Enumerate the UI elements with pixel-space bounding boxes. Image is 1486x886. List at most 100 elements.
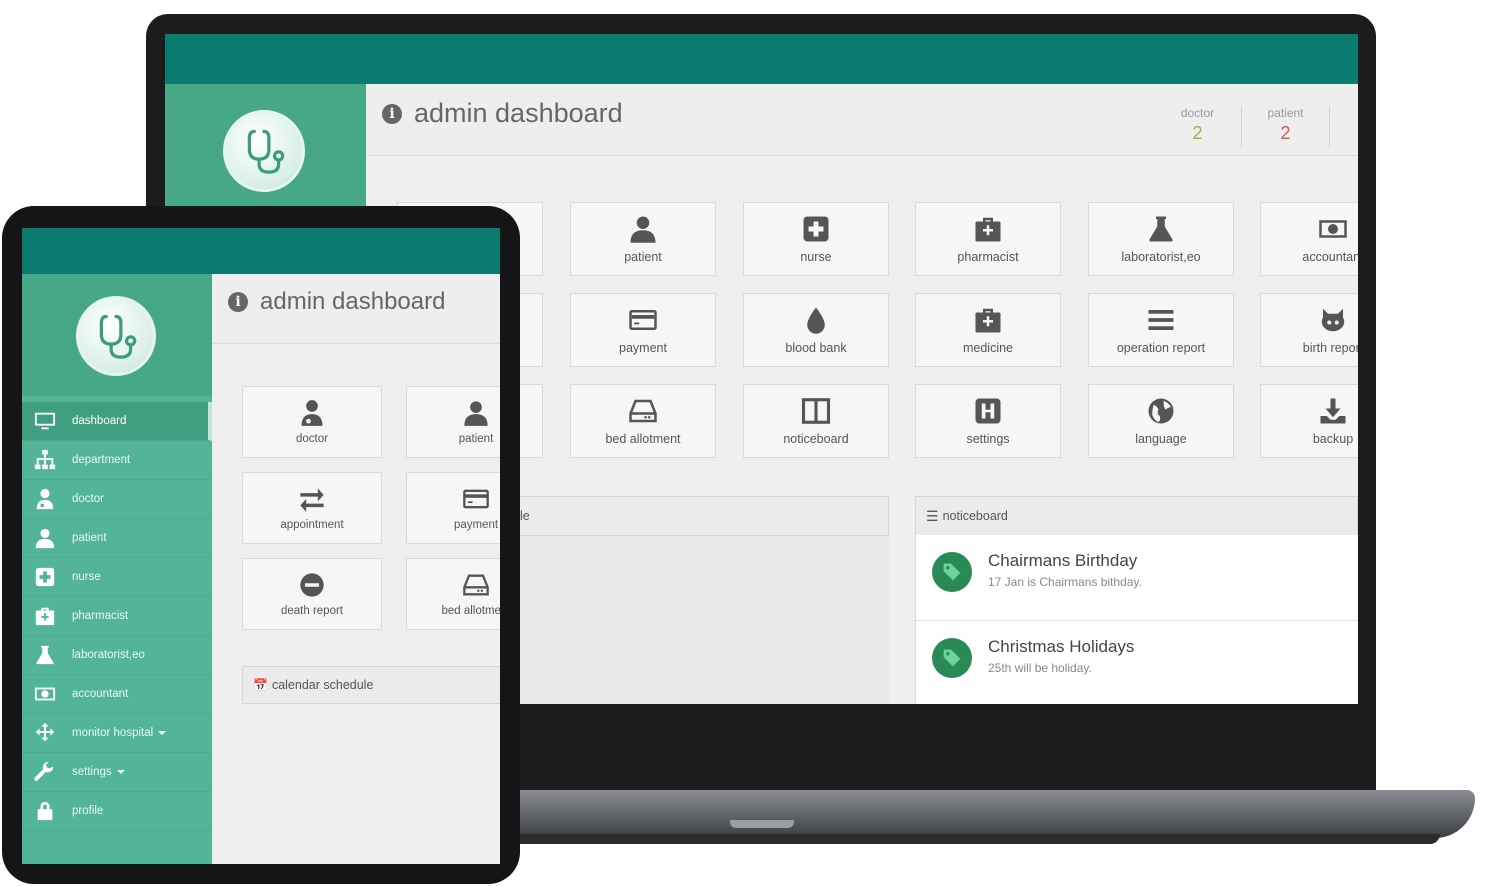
- hdd-icon: [462, 571, 490, 599]
- tile-patient[interactable]: patient: [570, 202, 716, 276]
- sidebar-item-label: doctor: [72, 493, 104, 505]
- top-navbar: [165, 34, 1358, 84]
- tile-bed-allotment[interactable]: bed allotment: [406, 558, 500, 630]
- tile-appointment[interactable]: appointment: [242, 472, 382, 544]
- tile-settings[interactable]: settings: [915, 384, 1061, 458]
- user-icon: [462, 399, 490, 427]
- stat-doctor[interactable]: doctor 2: [1154, 106, 1242, 148]
- tablet-screen: dashboard department doctor patient nurs…: [22, 228, 500, 864]
- tile-label: language: [1135, 432, 1187, 446]
- stat-patient[interactable]: patient 2: [1242, 106, 1330, 148]
- sidebar-item-label: settings: [72, 766, 112, 778]
- tile-label: pharmacist: [957, 250, 1019, 264]
- tile-operation-report[interactable]: operation report: [1088, 293, 1234, 367]
- info-icon: i: [382, 103, 402, 124]
- sidebar-item-pharmacist[interactable]: pharmacist: [22, 597, 212, 636]
- sidebar-item-patient[interactable]: patient: [22, 519, 212, 558]
- calendar-icon: 📅: [253, 678, 268, 692]
- h-square-icon: [973, 396, 1003, 426]
- notice-item[interactable]: Christmas Holidays 25th will be holiday.: [916, 621, 1358, 704]
- page-title: i admin dashboard: [228, 288, 445, 316]
- noticeboard-list: Chairmans Birthday 17 Jan is Chairmans b…: [915, 535, 1358, 704]
- stat-label: patient: [1267, 106, 1304, 120]
- sidebar-item-doctor[interactable]: doctor: [22, 480, 212, 519]
- tile-label: settings: [966, 432, 1010, 446]
- exchange-icon: [298, 485, 326, 513]
- tile-nurse[interactable]: nurse: [743, 202, 889, 276]
- user-md-icon: [32, 488, 58, 510]
- arrows-icon: [32, 722, 58, 744]
- tile-blood-bank[interactable]: blood bank: [743, 293, 889, 367]
- tag-icon: [932, 552, 972, 592]
- credit-card-icon: [628, 305, 658, 335]
- noticeboard-panel-header: ☰ noticeboard: [915, 496, 1358, 536]
- list-icon: ☰: [926, 507, 939, 524]
- stethoscope-logo-icon[interactable]: [223, 110, 305, 192]
- tile-label: bed allotment: [605, 432, 681, 446]
- download-icon: [1318, 396, 1348, 426]
- laptop-notch: [730, 820, 794, 828]
- sidebar-item-accountant[interactable]: accountant: [22, 675, 212, 714]
- top-navbar: [22, 228, 500, 274]
- sidebar-item-label: profile: [72, 805, 104, 817]
- sidebar-item-label: nurse: [72, 571, 101, 583]
- tile-patient[interactable]: patient: [406, 386, 500, 458]
- info-icon: i: [228, 292, 248, 312]
- sidebar-item-profile[interactable]: profile: [22, 792, 212, 831]
- sidebar-item-department[interactable]: department: [22, 441, 212, 480]
- tint-icon: [801, 305, 831, 335]
- page-title: i admin dashboard: [382, 98, 623, 129]
- device-mockup-stage: i admin dashboard doctor 2 patient 2 pat…: [0, 0, 1486, 886]
- tile-payment[interactable]: payment: [406, 472, 500, 544]
- flask-icon: [1146, 214, 1176, 244]
- tile-label: noticeboard: [783, 432, 849, 446]
- tile-birth-report[interactable]: birth report: [1260, 293, 1358, 367]
- tile-backup[interactable]: backup: [1260, 384, 1358, 458]
- wrench-icon: [32, 761, 58, 783]
- medkit-icon: [973, 305, 1003, 335]
- tile-death-report[interactable]: death report: [242, 558, 382, 630]
- sidebar-item-nurse[interactable]: nurse: [22, 558, 212, 597]
- tag-icon: [932, 638, 972, 678]
- sidebar-item-laboratorist[interactable]: laboratorist,eo: [22, 636, 212, 675]
- medkit-icon: [32, 605, 58, 627]
- stethoscope-logo-icon[interactable]: [76, 296, 156, 376]
- columns-icon: [801, 396, 831, 426]
- page-title-text: admin dashboard: [414, 98, 623, 128]
- flask-icon: [32, 644, 58, 666]
- sidebar: dashboard department doctor patient nurs…: [22, 274, 212, 864]
- user-md-icon: [298, 399, 326, 427]
- tile-pharmacist[interactable]: pharmacist: [915, 202, 1061, 276]
- laptop-foot: [360, 834, 1440, 844]
- sidebar-item-monitor-hospital[interactable]: monitor hospital: [22, 714, 212, 753]
- sidebar-item-dashboard[interactable]: dashboard: [22, 402, 212, 441]
- noticeboard-title: noticeboard: [942, 509, 1008, 523]
- sidebar-item-settings[interactable]: settings: [22, 753, 212, 792]
- plus-square-icon: [801, 214, 831, 244]
- tile-label: bed allotment: [441, 605, 500, 617]
- tile-accountant[interactable]: accountant: [1260, 202, 1358, 276]
- tile-laboratorist[interactable]: laboratorist,eo: [1088, 202, 1234, 276]
- tile-label: patient: [458, 433, 494, 445]
- notice-title: Chairmans Birthday: [988, 551, 1138, 570]
- tile-bed-allotment[interactable]: bed allotment: [570, 384, 716, 458]
- stat-value: 2: [1192, 123, 1203, 143]
- tile-language[interactable]: language: [1088, 384, 1234, 458]
- notice-title: Christmas Holidays: [988, 637, 1135, 656]
- tile-medicine[interactable]: medicine: [915, 293, 1061, 367]
- tile-label: payment: [453, 519, 499, 531]
- tile-doctor[interactable]: doctor: [242, 386, 382, 458]
- minus-circle-icon: [298, 571, 326, 599]
- tile-payment[interactable]: payment: [570, 293, 716, 367]
- tile-label: laboratorist,eo: [1121, 250, 1201, 264]
- tile-label: blood bank: [785, 341, 847, 355]
- tile-label: death report: [280, 605, 343, 617]
- page-header: i admin dashboard: [212, 274, 500, 344]
- notice-item[interactable]: Chairmans Birthday 17 Jan is Chairmans b…: [916, 535, 1358, 621]
- sidebar-item-label: monitor hospital: [72, 727, 154, 739]
- globe-icon: [1146, 396, 1176, 426]
- stat-value: 2: [1280, 123, 1291, 143]
- notice-description: 17 Jan is Chairmans bithday.: [988, 575, 1142, 589]
- tile-noticeboard[interactable]: noticeboard: [743, 384, 889, 458]
- medkit-icon: [973, 214, 1003, 244]
